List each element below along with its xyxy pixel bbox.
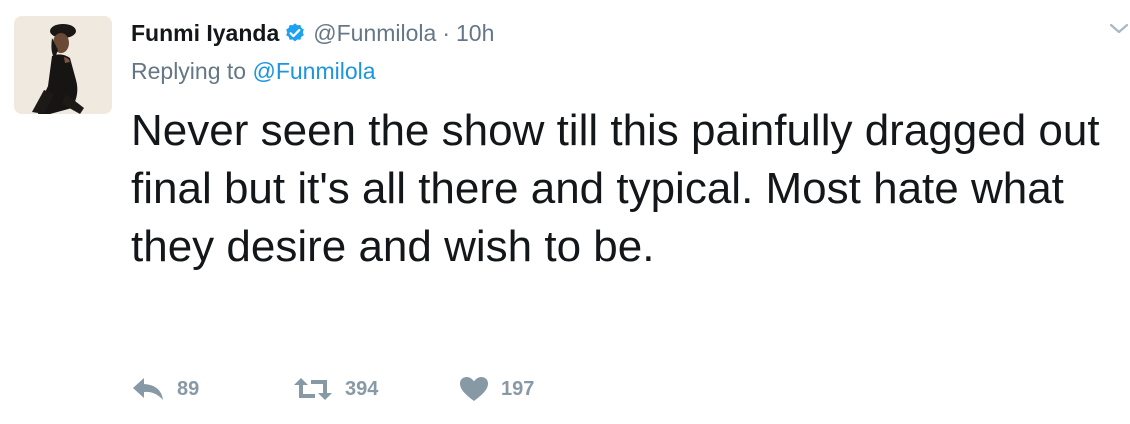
author-handle[interactable]: @Funmilola <box>313 20 436 47</box>
chevron-down-icon[interactable] <box>1108 22 1130 36</box>
reply-context: Replying to @Funmilola <box>131 58 376 85</box>
reply-context-mention[interactable]: @Funmilola <box>252 58 375 84</box>
tweet-text: Never seen the show till this painfully … <box>131 106 1100 271</box>
reply-arrow-icon <box>131 376 165 402</box>
like-button[interactable]: 197 <box>459 376 534 402</box>
reply-button[interactable]: 89 <box>131 376 293 402</box>
separator-dot: · <box>442 19 450 46</box>
tweet: Funmi Iyanda @Funmilola · 10h Replying t… <box>0 0 1130 424</box>
retweet-button[interactable]: 394 <box>293 376 459 402</box>
author-name[interactable]: Funmi Iyanda <box>131 20 279 47</box>
tweet-timestamp[interactable]: 10h <box>456 20 494 47</box>
tweet-header: Funmi Iyanda @Funmilola · 10h <box>131 16 494 50</box>
like-count: 197 <box>501 377 535 400</box>
tweet-actions: 89 394 197 <box>131 372 534 406</box>
avatar[interactable] <box>14 16 112 114</box>
heart-icon <box>459 376 489 402</box>
retweet-count: 394 <box>345 377 379 400</box>
verified-badge-icon <box>284 22 306 44</box>
retweet-icon <box>293 376 333 402</box>
reply-context-prefix: Replying to <box>131 58 247 84</box>
reply-count: 89 <box>177 377 200 400</box>
